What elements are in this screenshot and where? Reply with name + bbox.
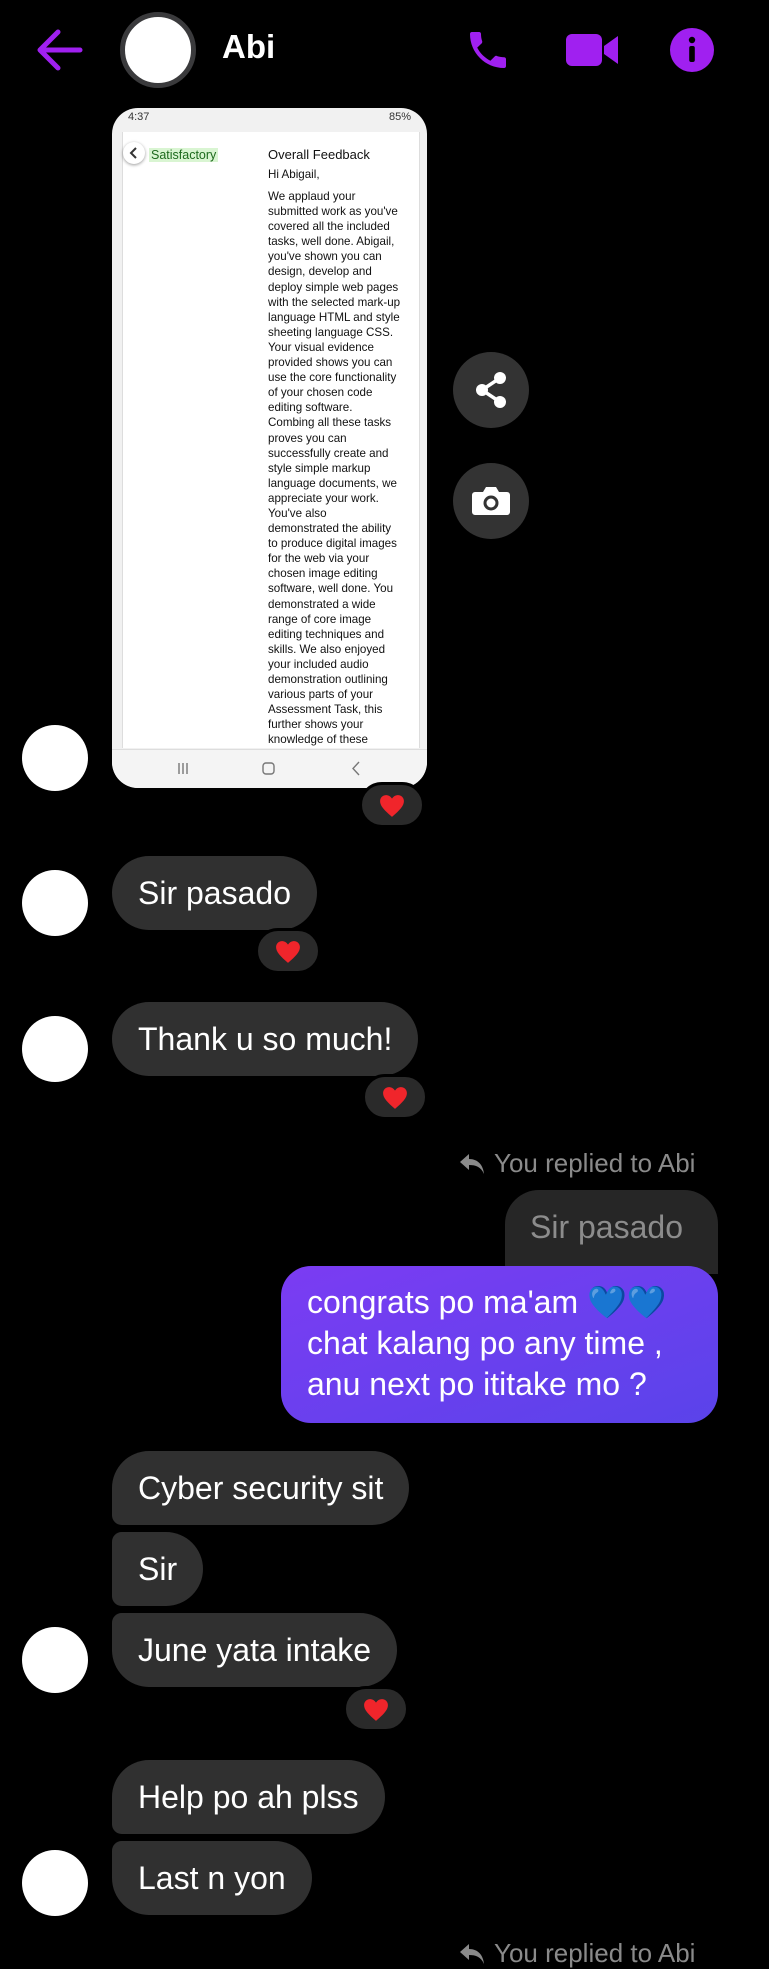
feedback-line: for the web via your [268,552,370,566]
feedback-line: We applaud your [268,190,356,203]
shot-status-bar: 4:37 85% [128,111,411,123]
feedback-line: Assessment Task, this [268,703,383,717]
feedback-line: use the core functionality [268,371,397,385]
contact-avatar[interactable] [22,1850,88,1916]
contact-avatar[interactable] [22,870,88,936]
heart-reaction[interactable] [255,928,321,974]
heart-reaction[interactable] [343,1686,409,1732]
feedback-line: you've shown you can [268,250,382,264]
sent-line: anu next po ititake mo ? [307,1366,647,1402]
message-bubble[interactable]: Cyber security sit [112,1451,410,1525]
reply-icon [460,1153,484,1174]
message-bubble[interactable]: Last n yon [112,1841,312,1915]
feedback-line: software, well done. You [268,582,394,596]
phone-icon[interactable] [464,26,512,74]
feedback-line: knowledge of these [268,733,368,747]
feedback-heading: Overall Feedback [268,147,370,162]
feedback-line: language HTML and style [268,310,400,324]
feedback-line: range of core image [268,612,372,626]
message-bubble[interactable]: Thank u so much! [112,1002,419,1076]
feedback-line: skills. We also enjoyed [268,642,386,656]
reply-indicator: You replied to Abi [458,1938,695,1969]
result-badge: Satisfactory [149,148,219,162]
reply-indicator: You replied to Abi [458,1148,695,1179]
feedback-line: demonstrated a wide [268,597,376,611]
feedback-line: You've also [268,506,327,520]
message-bubble[interactable]: Sir [112,1532,204,1606]
feedback-line: various parts of your [268,688,374,702]
feedback-line: provided shows you can [268,356,393,370]
feedback-line: covered all the included [268,220,390,234]
feedback-line: appreciate your work. [268,491,379,505]
sent-line: congrats po ma'am 💙💙 [307,1284,667,1320]
shot-page: Satisfactory Overall Feedback Hi Abigail… [122,132,420,749]
feedback-line: language documents, we [268,476,397,490]
quoted-message[interactable]: Sir pasado [505,1190,718,1274]
feedback-line: sheeting language CSS. [268,325,394,339]
feedback-line: chosen image editing [268,567,378,581]
feedback-body: We applaud your submitted work as you've c… [268,189,416,749]
feedback-line: deploy simple web pages [268,280,399,294]
message-bubble[interactable]: Sir pasado [112,856,317,930]
message-bubble[interactable]: Help po ah plss [112,1760,385,1834]
feedback-line: editing techniques and [268,627,385,641]
sent-line: chat kalang po any time , [307,1325,663,1361]
feedback-line: further shows your [268,718,364,732]
image-message[interactable]: 4:37 85% Satisfactory Overall Feedback H… [112,108,427,788]
feedback-line: design, develop and [268,265,372,279]
feedback-line: Your visual evidence [268,340,374,354]
reply-label: You replied to Abi [494,1938,696,1968]
feedback-line: submitted work as you've [268,205,398,219]
contact-avatar[interactable] [22,1627,88,1693]
shot-back-icon [123,142,145,164]
feedback-line: your included audio [268,657,369,671]
camera-button[interactable] [453,463,529,539]
feedback-greeting: Hi Abigail, [268,168,320,181]
feedback-line: editing software. [268,401,353,415]
feedback-line: with the selected mark-up [268,295,401,309]
reply-label: You replied to Abi [494,1148,696,1178]
message-bubble[interactable]: June yata intake [112,1613,398,1687]
video-call-icon[interactable] [564,26,620,74]
feedback-line: to produce digital images [268,537,397,551]
feedback-line: demonstrated the ability [268,522,392,536]
contact-avatar[interactable] [22,725,88,791]
contact-avatar[interactable] [120,12,196,88]
feedback-line: of your chosen code [268,386,373,400]
back-arrow-icon[interactable] [36,28,84,72]
heart-reaction[interactable] [362,1074,428,1120]
info-icon[interactable] [668,26,716,74]
contact-avatar[interactable] [22,1016,88,1082]
feedback-line: successfully create and [268,446,389,460]
feedback-line: tasks, well done. Abigail, [268,235,395,249]
contact-name[interactable]: Abi [222,28,275,66]
feedback-line: proves you can [268,431,347,445]
sent-message[interactable]: congrats po ma'am 💙💙 chat kalang po any … [281,1266,718,1423]
feedback-line: style simple markup [268,461,371,475]
share-button[interactable] [453,352,529,428]
feedback-line: Combing all these tasks [268,416,392,430]
feedback-line: demonstration outlining [268,673,388,686]
heart-reaction[interactable] [359,782,425,828]
